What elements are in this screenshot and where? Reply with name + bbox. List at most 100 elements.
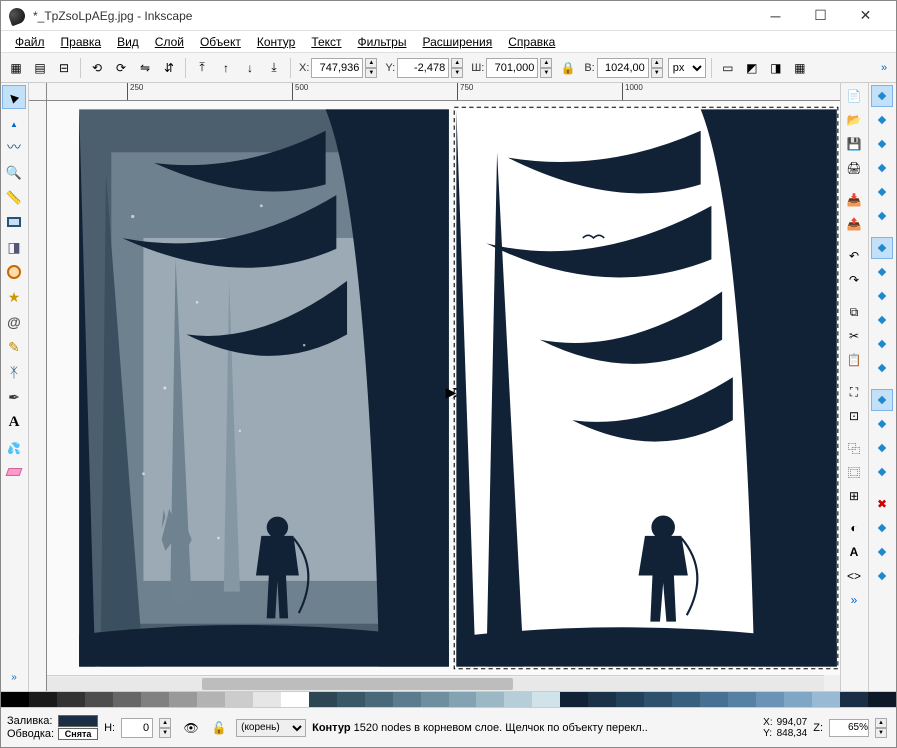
- pencil-tool[interactable]: [2, 335, 26, 359]
- snap-rotation-button[interactable]: [871, 437, 893, 459]
- select-layers-button[interactable]: ▤: [29, 57, 51, 79]
- affect-stroke-button[interactable]: ▭: [717, 57, 739, 79]
- palette-swatch[interactable]: [672, 692, 700, 707]
- undo-button[interactable]: ↶: [843, 245, 865, 267]
- palette-swatch[interactable]: [281, 692, 309, 707]
- palette-swatch[interactable]: [1, 692, 29, 707]
- palette-swatch[interactable]: [421, 692, 449, 707]
- duplicate-button[interactable]: ⿻: [843, 437, 865, 459]
- palette-swatch[interactable]: [532, 692, 560, 707]
- text-tool[interactable]: [2, 410, 26, 434]
- zoom-spinner[interactable]: ▲▼: [875, 718, 887, 738]
- palette-swatch[interactable]: [728, 692, 756, 707]
- y-input[interactable]: [397, 58, 449, 78]
- w-spinner[interactable]: ▲▼: [540, 58, 552, 78]
- menu-text[interactable]: Текст: [303, 33, 349, 51]
- x-input[interactable]: [311, 58, 363, 78]
- fill-stroke-button[interactable]: ◐: [843, 517, 865, 539]
- export-button[interactable]: 📤: [843, 213, 865, 235]
- palette-swatch[interactable]: [588, 692, 616, 707]
- snap-bbox-mid-button[interactable]: [871, 181, 893, 203]
- snap-bbox-corner-button[interactable]: [871, 157, 893, 179]
- horizontal-scrollbar[interactable]: [47, 675, 824, 691]
- palette-swatch[interactable]: [812, 692, 840, 707]
- toolbar-overflow-button[interactable]: »: [876, 57, 892, 79]
- palette-swatch[interactable]: [393, 692, 421, 707]
- minimize-button[interactable]: ─: [753, 2, 798, 30]
- menu-path[interactable]: Контур: [249, 33, 303, 51]
- palette-swatch[interactable]: [784, 692, 812, 707]
- menu-edit[interactable]: Правка: [53, 33, 110, 51]
- stroke-swatch[interactable]: Снята: [58, 728, 98, 740]
- deselect-button[interactable]: ⊟: [53, 57, 75, 79]
- snap-enable-button[interactable]: [871, 85, 893, 107]
- snap-page-button[interactable]: [871, 517, 893, 539]
- spray-tool[interactable]: [2, 435, 26, 459]
- bezier-tool[interactable]: [2, 360, 26, 384]
- box3d-tool[interactable]: [2, 235, 26, 259]
- snap-other-button[interactable]: [871, 389, 893, 411]
- palette-swatch[interactable]: [141, 692, 169, 707]
- save-document-button[interactable]: 💾: [843, 133, 865, 155]
- snap-center-button[interactable]: [871, 413, 893, 435]
- h-spinner[interactable]: ▲▼: [651, 58, 663, 78]
- fill-swatch[interactable]: [58, 715, 98, 727]
- palette-swatch[interactable]: [57, 692, 85, 707]
- lower-button[interactable]: ↓: [239, 57, 261, 79]
- palette-swatch[interactable]: [504, 692, 532, 707]
- unit-select[interactable]: px: [668, 58, 706, 78]
- h-input[interactable]: [597, 58, 649, 78]
- canvas[interactable]: [47, 101, 840, 675]
- snap-guide-button[interactable]: [871, 565, 893, 587]
- palette-swatch[interactable]: [309, 692, 337, 707]
- snap-path-button[interactable]: [871, 261, 893, 283]
- zoom-drawing-button[interactable]: ⊡: [843, 405, 865, 427]
- rotate-ccw-button[interactable]: ⟲: [86, 57, 108, 79]
- x-spinner[interactable]: ▲▼: [365, 58, 377, 78]
- palette-swatch[interactable]: [365, 692, 393, 707]
- palette-swatch[interactable]: [29, 692, 57, 707]
- palette-swatch[interactable]: [449, 692, 477, 707]
- selector-tool[interactable]: [2, 85, 26, 109]
- snap-grid-button[interactable]: [871, 541, 893, 563]
- rotate-cw-button[interactable]: ⟳: [110, 57, 132, 79]
- affect-gradient-button[interactable]: ◨: [765, 57, 787, 79]
- tweak-tool[interactable]: [2, 135, 26, 159]
- snap-smooth-button[interactable]: [871, 333, 893, 355]
- select-all-button[interactable]: ▦: [5, 57, 27, 79]
- affect-pattern-button[interactable]: ▦: [789, 57, 811, 79]
- snap-node-button[interactable]: [871, 237, 893, 259]
- palette-swatch[interactable]: [476, 692, 504, 707]
- snap-cusp-button[interactable]: [871, 309, 893, 331]
- toolbox-overflow-button[interactable]: »: [2, 665, 26, 689]
- print-button[interactable]: 🖨: [843, 157, 865, 179]
- commands-overflow-button[interactable]: »: [843, 589, 865, 611]
- palette-swatch[interactable]: [868, 692, 896, 707]
- flip-v-button[interactable]: ⇵: [158, 57, 180, 79]
- spiral-tool[interactable]: [2, 310, 26, 334]
- xml-editor-button[interactable]: <>: [843, 565, 865, 587]
- paste-button[interactable]: 📋: [843, 349, 865, 371]
- palette-swatch[interactable]: [85, 692, 113, 707]
- star-tool[interactable]: [2, 285, 26, 309]
- menu-help[interactable]: Справка: [500, 33, 563, 51]
- snap-delete-button[interactable]: ✖: [871, 493, 893, 515]
- menu-extensions[interactable]: Расширения: [414, 33, 500, 51]
- zoom-input[interactable]: [829, 719, 869, 737]
- palette-swatch[interactable]: [644, 692, 672, 707]
- menu-filters[interactable]: Фильтры: [350, 33, 415, 51]
- raise-top-button[interactable]: ⤒: [191, 57, 213, 79]
- rectangle-tool[interactable]: [2, 210, 26, 234]
- menu-view[interactable]: Вид: [109, 33, 147, 51]
- palette-swatch[interactable]: [113, 692, 141, 707]
- eraser-tool[interactable]: [2, 460, 26, 484]
- palette-swatch[interactable]: [616, 692, 644, 707]
- copy-button[interactable]: ⧉: [843, 301, 865, 323]
- palette-swatch[interactable]: [840, 692, 868, 707]
- clone-button[interactable]: ⿴: [843, 461, 865, 483]
- zoom-fit-button[interactable]: ⛶: [843, 381, 865, 403]
- redo-button[interactable]: ↷: [843, 269, 865, 291]
- node-tool[interactable]: [2, 110, 26, 134]
- snap-text-button[interactable]: [871, 461, 893, 483]
- maximize-button[interactable]: ☐: [798, 2, 843, 30]
